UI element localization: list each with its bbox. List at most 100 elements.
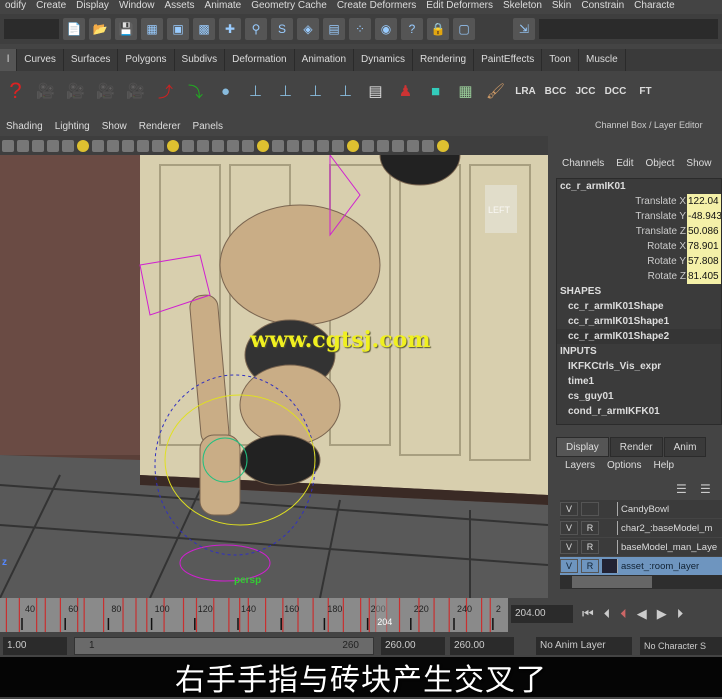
menu-7[interactable]: Create Deformers (332, 0, 421, 14)
reference-toggle[interactable]: R (581, 521, 599, 535)
layer-row[interactable]: V Rchar2_:baseModel_m (560, 519, 722, 537)
menu-set-dropdown[interactable] (4, 19, 59, 39)
panel-menu-item[interactable]: Lighting (49, 118, 96, 136)
step-forward-icon[interactable]: ⏵ (677, 606, 684, 622)
layer-name[interactable]: char2_:baseModel_m (621, 523, 712, 534)
quick-input-field[interactable] (539, 19, 718, 39)
panel-tool-icon[interactable] (377, 139, 389, 152)
panel-tool-icon[interactable] (392, 139, 404, 152)
shelf-button-dcc[interactable]: DCC (602, 77, 629, 105)
camera-icon[interactable]: 🎥 (122, 77, 149, 105)
range-slider[interactable]: 1 260 (74, 637, 374, 655)
highlight-selection-icon[interactable]: ▢ (453, 18, 475, 40)
arc-green-icon[interactable]: ⤵ (182, 77, 209, 105)
panel-tool-icon[interactable] (362, 139, 374, 152)
panel-tool-icon[interactable] (17, 139, 29, 152)
end-time-field[interactable]: 260.00 (381, 637, 445, 655)
reference-toggle[interactable] (581, 502, 599, 516)
panel-tool-icon[interactable] (167, 139, 179, 152)
shelf-button-bcc[interactable]: BCC (542, 77, 569, 105)
shelf-button-jcc[interactable]: JCC (572, 77, 599, 105)
visibility-toggle[interactable]: V (560, 521, 578, 535)
select-object-icon[interactable]: ▣ (167, 18, 189, 40)
panel-tool-icon[interactable] (302, 139, 314, 152)
layer-name[interactable]: baseModel_man_Laye (621, 542, 717, 553)
reference-toggle[interactable]: R (581, 559, 599, 573)
shape-item[interactable]: cc_r_armIK01Shape2 (557, 329, 721, 344)
shelf-tab[interactable]: Rendering (413, 49, 475, 71)
visibility-toggle[interactable]: V (560, 540, 578, 554)
snap-grid-icon[interactable]: ✚ (219, 18, 241, 40)
panel-tool-icon[interactable] (182, 139, 194, 152)
cube-select-icon[interactable]: ■ (422, 77, 449, 105)
panel-tool-icon[interactable] (92, 139, 104, 152)
panel-tool-icon[interactable] (287, 139, 299, 152)
menu-9[interactable]: Skeleton (498, 0, 547, 14)
attribute-value[interactable]: -48.943 (687, 209, 721, 224)
menu-4[interactable]: Assets (160, 0, 200, 14)
channel-attribute[interactable]: Translate Y -48.943 (557, 209, 721, 224)
menu-11[interactable]: Constrain (576, 0, 629, 14)
input-item[interactable]: IKFKCtrls_Vis_expr (557, 359, 721, 374)
snap-view-icon[interactable]: ◈ (297, 18, 319, 40)
layer-tab[interactable]: Display (556, 437, 609, 457)
shape-item[interactable]: cc_r_armIK01Shape (557, 299, 721, 314)
shelf-tab[interactable]: Muscle (579, 49, 626, 71)
shape-item[interactable]: cc_r_armIK01Shape1 (557, 314, 721, 329)
panel-tool-icon[interactable] (407, 139, 419, 152)
new-scene-icon[interactable]: 📄 (63, 18, 85, 40)
layer-tab[interactable]: Anim (663, 437, 707, 457)
step-back-frame-icon[interactable]: ⏴ (604, 606, 611, 622)
select-points-icon[interactable]: ⁘ (349, 18, 371, 40)
play-backwards-icon[interactable]: ◀ (637, 606, 647, 622)
visibility-toggle[interactable]: V (560, 502, 578, 516)
shelf-tab[interactable]: Toon (542, 49, 579, 71)
menu-2[interactable]: Display (71, 0, 114, 14)
layer-row[interactable]: V Rasset_:room_layer (560, 557, 722, 575)
channel-attribute[interactable]: Rotate Y 57.808 (557, 254, 721, 269)
character-set-dropdown[interactable]: No Character S (640, 637, 722, 655)
open-scene-icon[interactable]: 📂 (89, 18, 111, 40)
attribute-value[interactable]: 81.405 (687, 269, 721, 284)
layer-color-swatch[interactable] (602, 521, 618, 535)
start-time-field[interactable]: 1.00 (3, 637, 67, 655)
panel-tool-icon[interactable] (152, 139, 164, 152)
layer-name[interactable]: CandyBowl (621, 504, 669, 515)
panel-menu-item[interactable]: Renderer (133, 118, 187, 136)
visibility-toggle[interactable]: V (560, 559, 578, 573)
channel-menu-item[interactable]: Edit (616, 158, 633, 169)
panel-tool-icon[interactable] (317, 139, 329, 152)
step-back-key-icon[interactable]: ⏴ (620, 606, 627, 622)
panel-tool-icon[interactable] (242, 139, 254, 152)
hierarchy-icon[interactable]: ⊥ (332, 77, 359, 105)
shelf-tab[interactable]: Dynamics (354, 49, 413, 71)
playback-end-field[interactable]: 260.00 (450, 637, 514, 655)
menu-6[interactable]: Geometry Cache (246, 0, 332, 14)
menu-0[interactable]: odify (0, 0, 31, 14)
input-item[interactable]: cs_guy01 (557, 389, 721, 404)
joint-select-icon[interactable]: ♟ (392, 77, 419, 105)
panel-tool-icon[interactable] (257, 139, 269, 152)
channel-menu-item[interactable]: Channels (562, 158, 604, 169)
snap-curve-icon[interactable]: ⚲ (245, 18, 267, 40)
channel-menu-item[interactable]: Object (646, 158, 675, 169)
play-forwards-icon[interactable]: ▶ (657, 606, 667, 622)
sphere-delete-icon[interactable]: ● (212, 77, 239, 105)
select-misc-icon[interactable]: ◉ (375, 18, 397, 40)
help-shelf-icon[interactable]: ? (2, 77, 29, 105)
viewport-persp[interactable]: LEFT www.cgtsj.com persp z (0, 155, 548, 598)
shelf-button-lra[interactable]: LRA (512, 77, 539, 105)
channel-attribute[interactable]: Rotate Z 81.405 (557, 269, 721, 284)
panel-tool-icon[interactable] (77, 139, 89, 152)
channel-attribute[interactable]: Translate X 122.04 (557, 194, 721, 209)
go-to-start-icon[interactable]: ⏮ (582, 606, 594, 622)
menu-5[interactable]: Animate (200, 0, 247, 14)
shelf-tab[interactable]: PaintEffects (474, 49, 543, 71)
input-item[interactable]: cond_r_armIKFK01 (557, 404, 721, 419)
layer-scrollbar[interactable] (560, 575, 722, 589)
layer-color-swatch[interactable] (602, 540, 618, 554)
select-component-icon[interactable]: ▩ (193, 18, 215, 40)
input-mode-icon[interactable]: ⇲ (513, 18, 535, 40)
layer-row[interactable]: V CandyBowl (560, 500, 722, 518)
help-icon[interactable]: ? (401, 18, 423, 40)
